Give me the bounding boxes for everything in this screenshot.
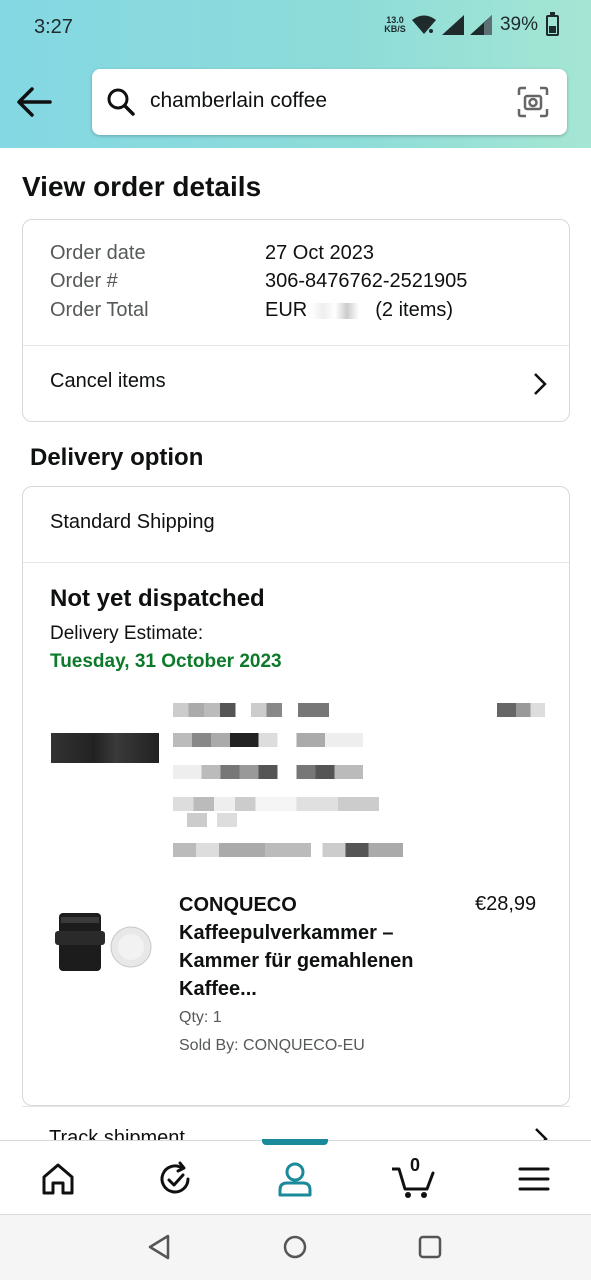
wifi-icon [411, 15, 436, 34]
product-quantity: Qty: 1 [179, 1009, 222, 1026]
order-number-value: 306-8476762-2521905 [265, 270, 468, 292]
delivery-estimate-date: Tuesday, 31 October 2023 [50, 651, 282, 672]
search-bar[interactable]: chamberlain coffee [92, 69, 567, 135]
delivery-estimate-label: Delivery Estimate: [50, 623, 204, 644]
signal-icon [441, 15, 464, 35]
order-total-value: EUR (2 items) [265, 299, 454, 321]
nav-recents-icon[interactable] [417, 1233, 443, 1261]
cancel-items-label: Cancel items [50, 370, 166, 392]
product-image[interactable] [55, 907, 153, 981]
shipment-status: Not yet dispatched [50, 585, 265, 612]
product-name[interactable]: CONQUECO Kaffeepulverkammer – Kammer für… [179, 891, 419, 1003]
battery-icon [546, 11, 559, 36]
status-bar: 3:27 13.0 KB/S 39% [0, 0, 591, 56]
battery-percent: 39% [499, 14, 538, 35]
signal-icon-2 [469, 15, 492, 35]
order-number-label: Order # [50, 270, 118, 292]
shipping-method: Standard Shipping [50, 511, 215, 533]
account-icon[interactable] [273, 1159, 317, 1199]
order-summary-card: Order date 27 Oct 2023 Order # 306-84767… [22, 219, 570, 422]
redacted-item [51, 703, 571, 863]
search-icon [107, 88, 135, 116]
status-icons: 13.0 KB/S 39% [384, 11, 559, 36]
camera-scan-icon[interactable] [517, 86, 549, 118]
page-title: View order details [22, 171, 262, 202]
product-seller: Sold By: CONQUECO-EU [179, 1037, 365, 1054]
nav-home-icon[interactable] [282, 1233, 308, 1261]
bottom-tab-bar: 0 [0, 1139, 591, 1214]
order-date-label: Order date [50, 242, 146, 264]
divider [23, 562, 569, 563]
search-input[interactable]: chamberlain coffee [150, 89, 327, 113]
system-nav-bar [0, 1214, 591, 1280]
app-header: 3:27 13.0 KB/S 39% chamberlain coffee [0, 0, 591, 148]
cart-count: 0 [410, 1155, 421, 1175]
active-tab-indicator [262, 1139, 328, 1145]
refresh-icon[interactable] [154, 1159, 198, 1199]
order-date-value: 27 Oct 2023 [265, 242, 374, 264]
delivery-section-title: Delivery option [30, 444, 204, 471]
back-arrow-icon[interactable] [14, 84, 54, 120]
home-icon[interactable] [36, 1159, 80, 1199]
menu-icon[interactable] [512, 1159, 556, 1199]
cancel-items-row[interactable]: Cancel items [23, 346, 569, 422]
product-price: €28,99 [475, 893, 537, 915]
chevron-right-icon [534, 373, 547, 395]
net-speed: 13.0 KB/S [384, 15, 406, 34]
cart-button[interactable]: 0 [392, 1155, 436, 1199]
status-time: 3:27 [34, 16, 73, 38]
nav-back-icon[interactable] [146, 1233, 172, 1261]
delivery-card: Standard Shipping Not yet dispatched Del… [22, 486, 570, 1106]
order-total-label: Order Total [50, 299, 149, 321]
redacted-amount [311, 302, 372, 319]
